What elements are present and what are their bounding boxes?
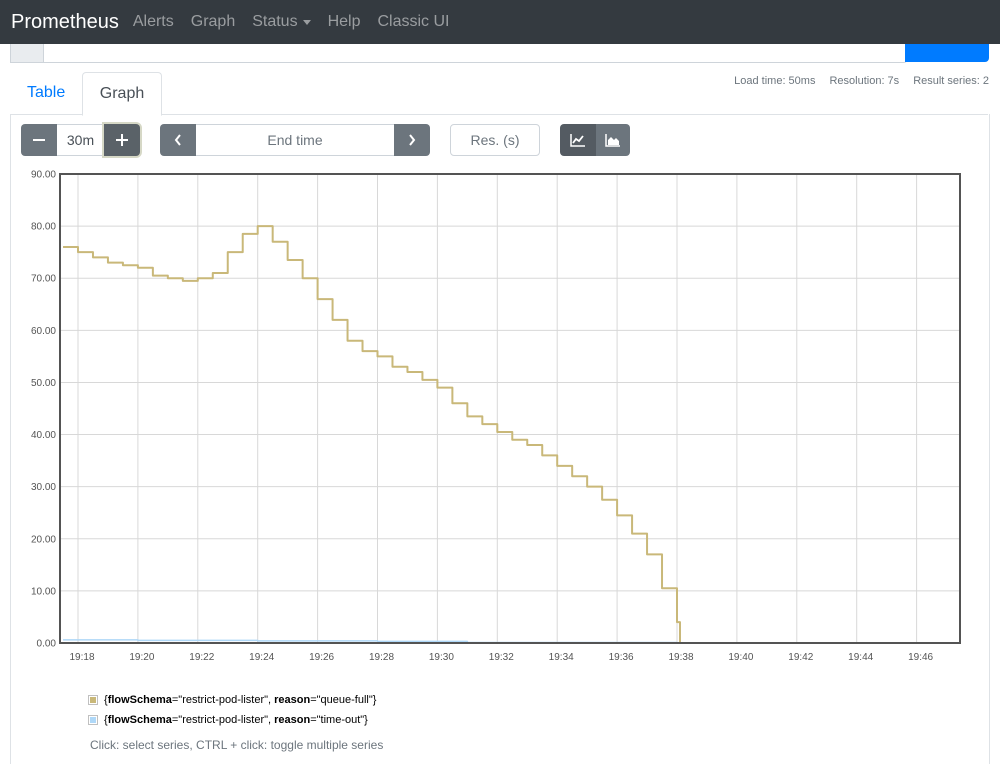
legend-key: reason	[274, 714, 311, 726]
legend-value: ="restrict-pod-lister",	[171, 714, 275, 726]
nav-status-dropdown[interactable]: Status	[252, 13, 311, 31]
nav-alerts[interactable]: Alerts	[133, 13, 174, 31]
y-tick-label: 90.00	[31, 170, 56, 181]
x-tick-label: 19:28	[369, 652, 394, 663]
result-series: Result series: 2	[913, 75, 989, 87]
x-tick-label: 19:44	[848, 652, 873, 663]
x-tick-label: 19:30	[429, 652, 454, 663]
chart-grid	[60, 173, 960, 644]
time-series-chart[interactable]: 0.00 10.00 20.00 30.00 40.00 50.00 60.00 70.00 8…	[0, 160, 1000, 670]
legend-label: {flowSchema="restrict-pod-lister", reaso…	[104, 694, 376, 706]
x-tick-label: 19:20	[129, 652, 154, 663]
y-tick-label: 40.00	[31, 430, 56, 441]
legend-key: flowSchema	[107, 714, 172, 726]
query-stats: Load time: 50ms Resolution: 7s Result se…	[734, 75, 989, 87]
nav-graph[interactable]: Graph	[191, 13, 235, 31]
x-tick-label: 19:26	[309, 652, 334, 663]
nav-status-label: Status	[252, 13, 298, 30]
resolution-input[interactable]: Res. (s)	[450, 124, 540, 156]
nav-help[interactable]: Help	[328, 13, 361, 31]
x-tick-label: 19:34	[549, 652, 574, 663]
x-tick-label: 19:18	[69, 652, 94, 663]
unstacked-lines-button[interactable]	[560, 124, 596, 156]
navbar: Prometheus Alerts Graph Status Help Clas…	[0, 0, 1000, 44]
minus-icon	[33, 139, 45, 141]
x-tick-label: 19:24	[249, 652, 274, 663]
chevron-left-icon	[174, 134, 181, 146]
decrease-range-button[interactable]	[21, 124, 57, 156]
y-tick-label: 80.00	[31, 222, 56, 233]
y-tick-label: 50.00	[31, 378, 56, 389]
x-tick-label: 19:32	[489, 652, 514, 663]
legend-key: flowSchema	[107, 694, 172, 706]
next-time-button[interactable]	[394, 124, 430, 156]
legend-item-queue-full[interactable]: {flowSchema="restrict-pod-lister", reaso…	[88, 694, 376, 706]
swatch-color	[90, 697, 96, 703]
plus-icon	[116, 134, 128, 146]
legend-label: {flowSchema="restrict-pod-lister", reaso…	[104, 714, 368, 726]
legend-value: ="time-out"}	[310, 714, 368, 726]
plot-frame	[59, 173, 961, 644]
swatch-color	[90, 717, 96, 723]
y-tick-label: 10.00	[31, 586, 56, 597]
chevron-right-icon	[409, 134, 416, 146]
y-tick-label: 0.00	[37, 639, 57, 650]
x-tick-label: 19:36	[609, 652, 634, 663]
x-tick-label: 19:40	[728, 652, 753, 663]
tab-graph[interactable]: Graph	[82, 72, 162, 116]
nav-classic-ui[interactable]: Classic UI	[377, 13, 449, 31]
y-tick-label: 60.00	[31, 326, 56, 337]
tab-table[interactable]: Table	[27, 84, 65, 102]
legend-value: ="restrict-pod-lister",	[171, 694, 275, 706]
legend-key: reason	[274, 694, 311, 706]
legend-swatch-queue-full	[88, 695, 98, 705]
resolution: Resolution: 7s	[829, 75, 900, 87]
end-time-input[interactable]: End time	[196, 124, 394, 156]
y-tick-label: 20.00	[31, 534, 56, 545]
area-chart-icon	[605, 134, 620, 147]
x-tick-label: 19:42	[788, 652, 813, 663]
legend-swatch-time-out	[88, 715, 98, 725]
increase-range-button[interactable]	[104, 124, 140, 156]
stacked-area-button[interactable]	[596, 124, 630, 156]
y-axis: 0.00 10.00 20.00 30.00 40.00 50.00 60.00 70.00 8…	[31, 170, 56, 650]
x-tick-label: 19:38	[668, 652, 693, 663]
caret-down-icon	[302, 19, 311, 25]
x-tick-label: 19:46	[908, 652, 933, 663]
y-tick-label: 30.00	[31, 482, 56, 493]
range-input[interactable]: 30m	[57, 124, 104, 156]
previous-time-button[interactable]	[160, 124, 196, 156]
legend-hint: Click: select series, CTRL + click: togg…	[90, 738, 384, 752]
legend-value: ="queue-full"}	[310, 694, 377, 706]
x-axis: 19:18 19:20 19:22 19:24 19:26 19:28 19:30 19:32…	[69, 652, 933, 663]
legend-item-time-out[interactable]: {flowSchema="restrict-pod-lister", reaso…	[88, 714, 368, 726]
brand-link[interactable]: Prometheus	[11, 11, 119, 34]
load-time: Load time: 50ms	[734, 75, 816, 87]
y-tick-label: 70.00	[31, 274, 56, 285]
x-tick-label: 19:22	[189, 652, 214, 663]
line-chart-icon	[570, 134, 585, 147]
